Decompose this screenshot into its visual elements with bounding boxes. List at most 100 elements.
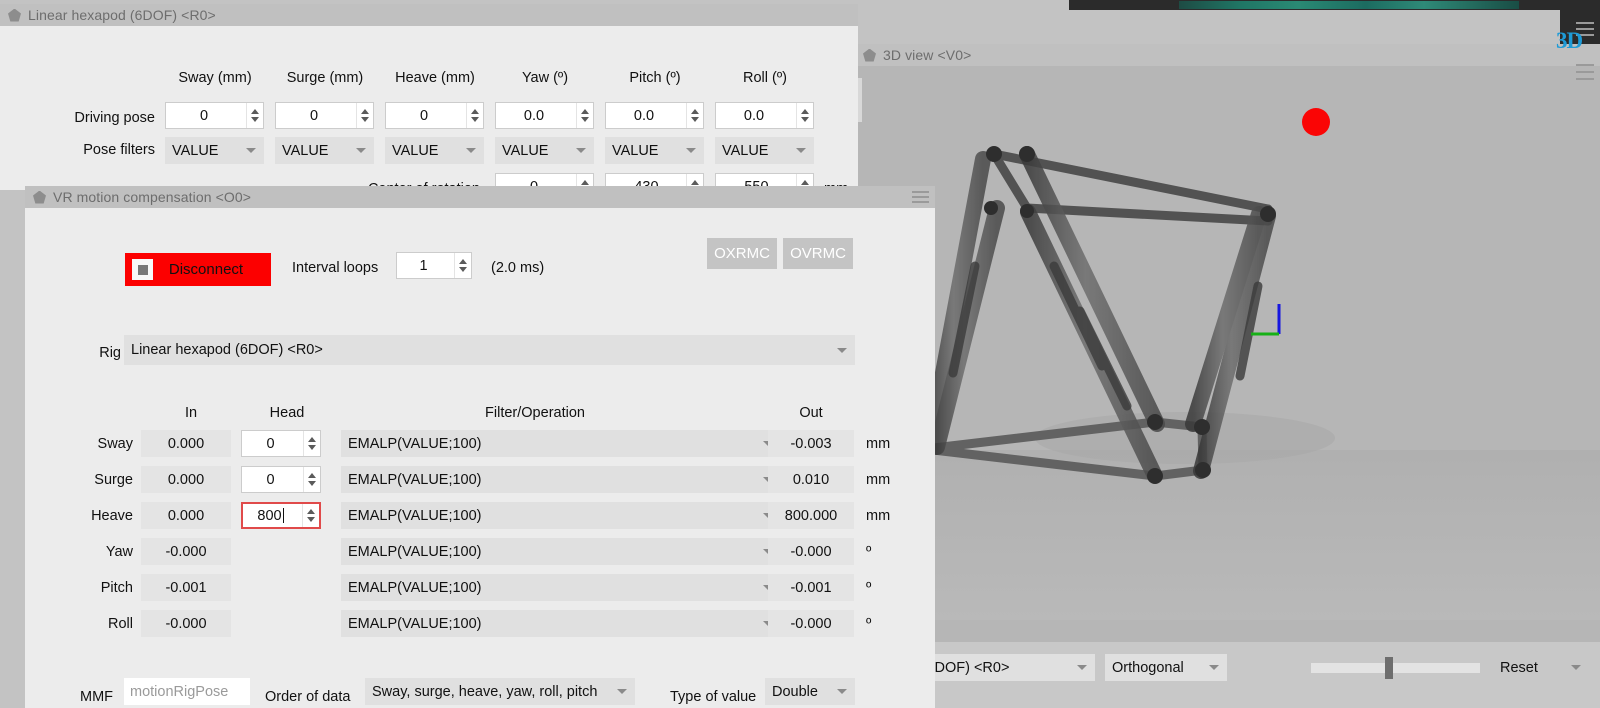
in-value-roll: -0.000 [141,610,231,637]
pose-filter-yaw-value: VALUE [495,143,548,159]
hexapod-model [855,66,1600,664]
out-value-roll: -0.000 [768,610,854,637]
filter-select-yaw[interactable]: EMALP(VALUE;100) [341,538,781,565]
disconnect-button-label: Disconnect [153,261,271,278]
type-of-value-select[interactable]: Double [765,678,855,705]
chevron-down-icon [576,148,586,153]
driving-pose-pitch-input[interactable]: 0.0 [605,102,704,129]
filter-select-heave[interactable]: EMALP(VALUE;100) [341,502,781,529]
rig-select[interactable]: Linear hexapod (6DOF) <R0> [124,335,855,365]
spinner-arrows-icon[interactable] [686,103,703,128]
driving-pose-heave-input[interactable]: 0 [385,102,484,129]
chevron-down-icon [1077,665,1087,670]
row-label-yaw: Yaw [55,544,133,560]
driving-pose-yaw-input[interactable]: 0.0 [495,102,594,129]
disconnect-button[interactable]: Disconnect [125,253,271,286]
oxrmc-button[interactable]: OXRMC [707,238,777,269]
spinner-arrows-icon[interactable] [356,103,373,128]
row-label-sway: Sway [55,436,133,452]
hexagon-icon [863,49,876,62]
hexagon-icon [8,9,21,22]
driving-pose-surge-input[interactable]: 0 [275,102,374,129]
filter-select-surge[interactable]: EMALP(VALUE;100) [341,466,781,493]
out-value-sway: -0.003 [768,430,854,457]
table-header-in: In [141,405,241,421]
driving-pose-heave-value: 0 [386,108,466,124]
column-header-pitch: Pitch (º) [605,70,705,86]
row-label-roll: Roll [55,616,133,632]
chevron-down-icon [686,148,696,153]
vr-body: Disconnect Interval loops 1 (2.0 ms) OXR… [25,208,935,708]
rig-select-value: Linear hexapod (6DOF) <R0> [124,342,323,358]
out-value-surge: 0.010 [768,466,854,493]
chevron-down-icon [356,148,366,153]
vr-menu-icon[interactable] [912,191,929,203]
chevron-down-icon [1209,665,1219,670]
driving-pose-roll-value: 0.0 [716,108,796,124]
pose-filter-yaw-select[interactable]: VALUE [495,137,594,164]
zoom-slider-thumb[interactable] [1385,657,1393,679]
row-label-surge: Surge [55,472,133,488]
projection-select[interactable]: Orthogonal [1105,654,1227,681]
ovrmc-button[interactable]: OVRMC [783,238,853,269]
filter-select-sway[interactable]: EMALP(VALUE;100) [341,430,781,457]
spinner-arrows-icon[interactable] [454,253,471,278]
background-window-sliver [1069,0,1600,10]
spinner-arrows-icon[interactable] [302,504,319,527]
head-input-surge[interactable]: 0 [241,466,321,493]
mmf-input[interactable]: motionRigPose [124,678,250,705]
out-value-yaw: -0.000 [768,538,854,565]
spinner-arrows-icon[interactable] [796,103,813,128]
driving-pose-sway-input[interactable]: 0 [165,102,264,129]
pose-filter-surge-value: VALUE [275,143,328,159]
filter-select-pitch[interactable]: EMALP(VALUE;100) [341,574,781,601]
chevron-down-icon [466,148,476,153]
pose-filter-heave-select[interactable]: VALUE [385,137,484,164]
chevron-down-icon [617,689,627,694]
text-caret [283,508,284,523]
connection-checkbox[interactable] [132,259,153,280]
head-input-sway[interactable]: 0 [241,430,321,457]
in-value-sway: 0.000 [141,430,231,457]
pose-filter-roll-select[interactable]: VALUE [715,137,814,164]
3d-viewport[interactable] [855,66,1600,664]
driving-pose-sway-value: 0 [166,108,246,124]
right-panel-menu-icon-secondary[interactable] [1576,64,1594,80]
in-value-surge: 0.000 [141,466,231,493]
driving-pose-yaw-value: 0.0 [496,108,576,124]
head-input-heave[interactable]: 800 [241,502,321,529]
unit-yaw: º [866,544,871,560]
pose-filter-roll-value: VALUE [715,143,768,159]
hexagon-icon [33,191,46,204]
vr-titlebar: VR motion compensation <O0> [25,186,935,208]
spinner-arrows-icon[interactable] [576,103,593,128]
filter-value-heave: EMALP(VALUE;100) [341,508,482,524]
chevron-down-icon [1571,665,1581,670]
order-of-data-label: Order of data [265,689,350,705]
row-label-pitch: Pitch [55,580,133,596]
projection-select-value: Orthogonal [1105,660,1184,676]
interval-loops-input[interactable]: 1 [396,252,472,279]
pose-filter-sway-select[interactable]: VALUE [165,137,264,164]
reset-button[interactable]: Reset [1493,654,1589,681]
3d-view-titlebar: 3D view <V0> [855,44,1600,66]
zoom-slider[interactable] [1311,663,1480,673]
driving-pose-label: Driving pose [10,110,155,126]
mmf-input-placeholder: motionRigPose [130,684,228,700]
pose-filter-surge-select[interactable]: VALUE [275,137,374,164]
filter-select-roll[interactable]: EMALP(VALUE;100) [341,610,781,637]
column-header-yaw: Yaw (º) [495,70,595,86]
type-of-value-value: Double [765,684,818,700]
column-header-roll: Roll (º) [715,70,815,86]
mmf-label: MMF [80,689,113,705]
unit-pitch: º [866,580,871,596]
unit-surge: mm [866,472,890,488]
spinner-arrows-icon[interactable] [466,103,483,128]
pose-filter-pitch-select[interactable]: VALUE [605,137,704,164]
driving-pose-roll-input[interactable]: 0.0 [715,102,814,129]
unit-heave: mm [866,508,890,524]
spinner-arrows-icon[interactable] [303,467,320,492]
order-of-data-select[interactable]: Sway, surge, heave, yaw, roll, pitch [365,678,635,705]
spinner-arrows-icon[interactable] [303,431,320,456]
spinner-arrows-icon[interactable] [246,103,263,128]
